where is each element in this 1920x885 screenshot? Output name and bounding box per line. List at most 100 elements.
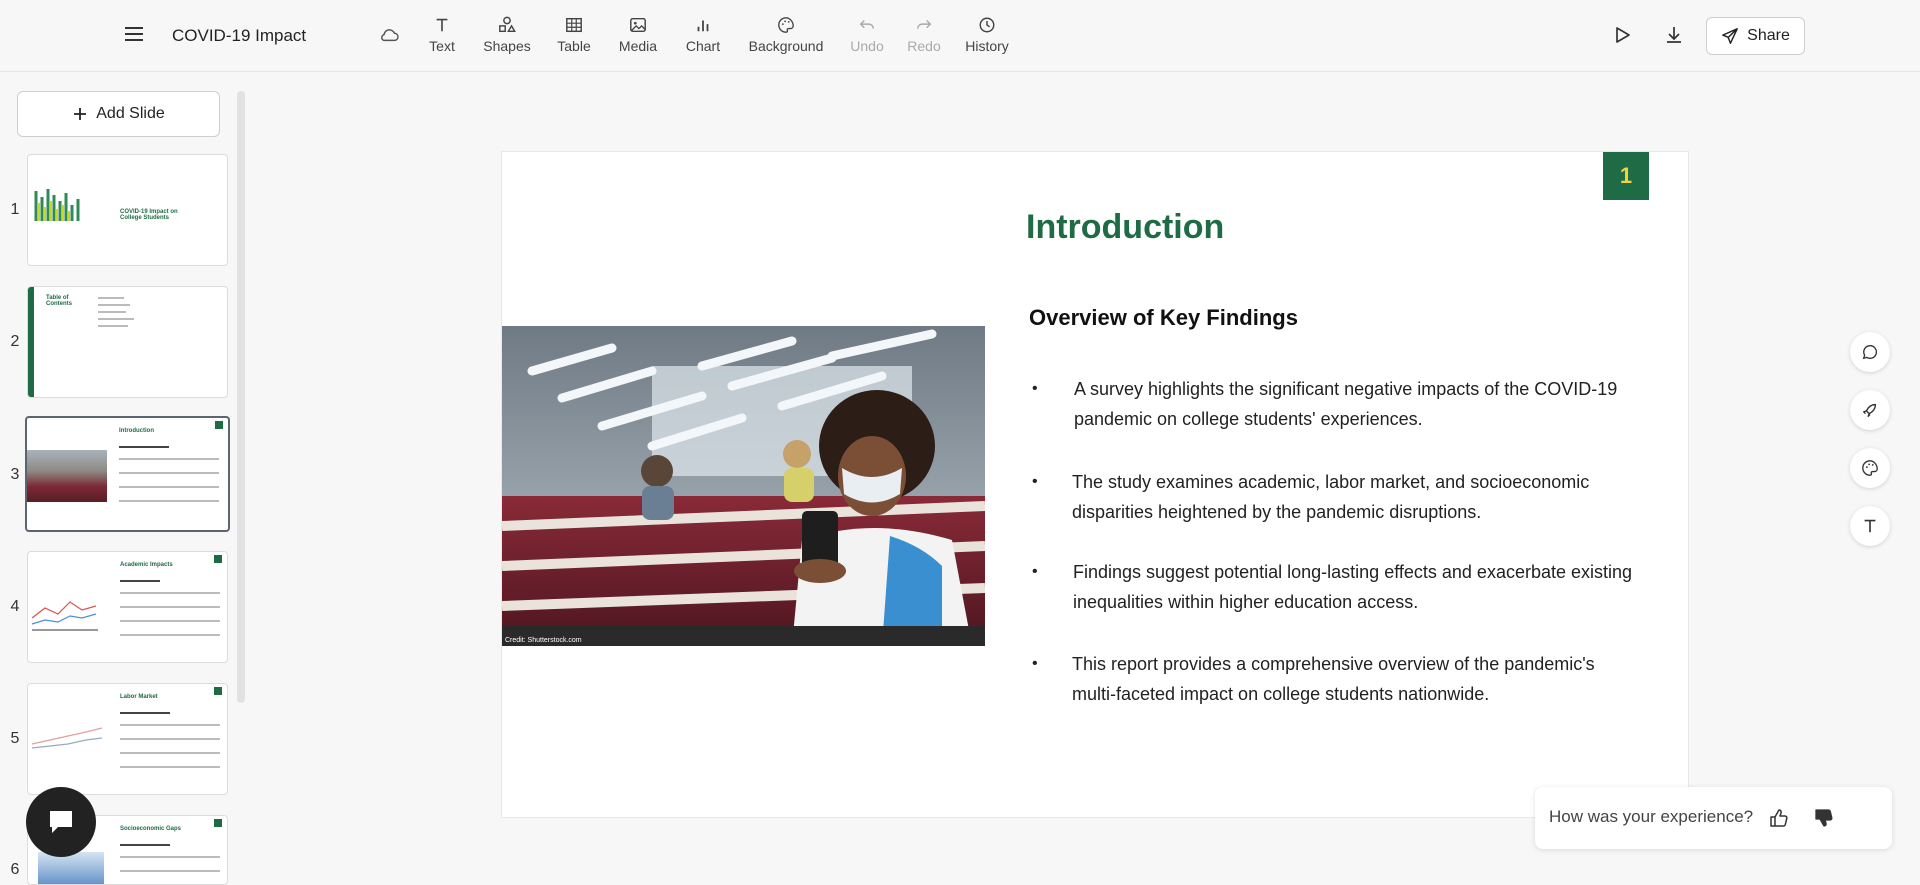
- bullet-text: The study examines academic, labor marke…: [1072, 472, 1590, 522]
- thumbnail-line: [98, 318, 134, 320]
- undo-button[interactable]: Undo: [837, 16, 897, 54]
- slide-number: 1: [10, 201, 20, 218]
- thumbnail-line: [98, 304, 130, 306]
- palette-icon: [778, 17, 794, 33]
- slide-number: 4: [10, 598, 20, 615]
- thumbnail-title: Introduction: [119, 428, 154, 434]
- comment-button[interactable]: [1850, 332, 1890, 372]
- thumbnail-line: [98, 311, 126, 313]
- ai-design-button[interactable]: [1850, 390, 1890, 430]
- history-button[interactable]: History: [957, 16, 1017, 54]
- document-title[interactable]: COVID-19 Impact: [172, 26, 306, 46]
- text-icon: [1864, 519, 1876, 533]
- slide-photo[interactable]: Credit: Shutterstock.com: [502, 326, 985, 646]
- thumbnail-title: Table of Contents: [46, 295, 72, 307]
- bullet-text: Findings suggest potential long-lasting …: [1073, 562, 1633, 612]
- background-tool-button[interactable]: Background: [746, 16, 826, 54]
- thumbnail-line: [120, 856, 220, 858]
- slide-thumbnail-3[interactable]: Introduction: [25, 416, 230, 532]
- thumbs-up-icon[interactable]: [1768, 807, 1790, 829]
- bullet-text: This report provides a comprehensive ove…: [1072, 654, 1595, 704]
- chart-icon: [697, 20, 709, 32]
- text-icon: [436, 18, 448, 32]
- photo-credit: Credit: Shutterstock.com: [505, 637, 582, 644]
- table-tool-label: Table: [557, 38, 591, 54]
- plus-icon: [74, 108, 87, 120]
- thumbnail-chart: [34, 189, 80, 221]
- thumbnail-line: [120, 712, 170, 714]
- slide-number: 2: [10, 333, 20, 350]
- thumbnail-title: Labor Market: [120, 694, 158, 700]
- redo-button[interactable]: Redo: [894, 16, 954, 54]
- typography-button[interactable]: [1850, 506, 1890, 546]
- send-icon: [1722, 28, 1739, 44]
- thumbnail-line: [120, 766, 220, 768]
- download-icon[interactable]: [1663, 24, 1685, 46]
- menu-icon[interactable]: [122, 22, 146, 46]
- thumbnail-badge: [215, 421, 223, 429]
- share-button[interactable]: Share: [1706, 17, 1805, 55]
- thumbnail-photo: [27, 450, 107, 502]
- table-icon: [566, 17, 582, 33]
- undo-label: Undo: [850, 38, 884, 54]
- chat-support-button[interactable]: [26, 787, 96, 857]
- background-tool-label: Background: [748, 38, 824, 54]
- slide-number: 5: [10, 730, 20, 747]
- slide-canvas[interactable]: 1 Introduction Overview of Key Findings: [501, 151, 1689, 818]
- thumbnail-line: [120, 844, 170, 846]
- slide-thumbnail-4[interactable]: Academic Impacts: [27, 551, 228, 663]
- media-tool-button[interactable]: Media: [608, 16, 668, 54]
- thumbnail-line: [120, 738, 220, 740]
- thumbnail-badge: [214, 819, 222, 827]
- slide-thumbnail-2[interactable]: Table of Contents: [27, 286, 228, 398]
- bullet-dot: •: [1032, 473, 1038, 490]
- thumbnail-line: [120, 752, 220, 754]
- palette-icon: [1862, 460, 1878, 476]
- thumbnail-accent-bar: [28, 287, 34, 397]
- slide-number: 3: [10, 466, 20, 483]
- chart-tool-button[interactable]: Chart: [673, 16, 733, 54]
- thumbs-down-icon[interactable]: [1813, 807, 1835, 829]
- cloud-save-icon: [381, 29, 399, 42]
- thumbnail-line: [119, 472, 219, 474]
- thumbnail-line: [119, 500, 219, 502]
- shapes-icon: [499, 16, 516, 33]
- slide-thumbnail-1[interactable]: COVID-19 Impact on College Students: [27, 154, 228, 266]
- thumbnail-line: [119, 458, 219, 460]
- slides-sidebar: Add Slide 1 COVID-19 Impact on College S…: [0, 73, 248, 885]
- slide-subtitle[interactable]: Overview of Key Findings: [1029, 305, 1298, 331]
- thumbnail-badge: [214, 555, 222, 563]
- thumbnail-chart: [31, 727, 103, 749]
- rocket-icon: [1863, 403, 1877, 417]
- table-tool-button[interactable]: Table: [544, 16, 604, 54]
- thumbnail-chart: [38, 852, 104, 884]
- thumbnail-line: [120, 870, 220, 872]
- chat-icon: [50, 811, 72, 833]
- shapes-tool-button[interactable]: Shapes: [477, 16, 537, 54]
- sidebar-scrollbar-thumb[interactable]: [237, 91, 245, 703]
- shapes-tool-label: Shapes: [483, 38, 531, 54]
- thumbnail-line: [120, 724, 220, 726]
- redo-icon: [916, 19, 932, 29]
- thumbnail-chart: [31, 601, 98, 631]
- add-slide-button[interactable]: Add Slide: [17, 91, 220, 137]
- play-icon[interactable]: [1611, 24, 1633, 46]
- bullet-dot: •: [1032, 563, 1038, 580]
- theme-button[interactable]: [1850, 448, 1890, 488]
- bullet-dot: •: [1032, 655, 1038, 672]
- thumbnail-line: [98, 297, 124, 299]
- slide-title[interactable]: Introduction: [1026, 208, 1224, 247]
- media-tool-label: Media: [618, 38, 658, 54]
- top-toolbar: COVID-19 Impact Text Shapes Table Media …: [0, 0, 1920, 72]
- chart-tool-label: Chart: [685, 38, 721, 54]
- thumbnail-line: [120, 606, 220, 608]
- text-tool-button[interactable]: Text: [412, 16, 472, 54]
- slide-thumbnail-5[interactable]: Labor Market: [27, 683, 228, 795]
- slide-number: 6: [10, 861, 20, 878]
- lecture-hall-photo: [502, 326, 985, 646]
- undo-icon: [859, 19, 875, 29]
- redo-label: Redo: [907, 38, 941, 54]
- comment-icon: [1862, 345, 1878, 360]
- thumbnail-badge: [214, 687, 222, 695]
- thumbnail-title: Academic Impacts: [120, 562, 173, 568]
